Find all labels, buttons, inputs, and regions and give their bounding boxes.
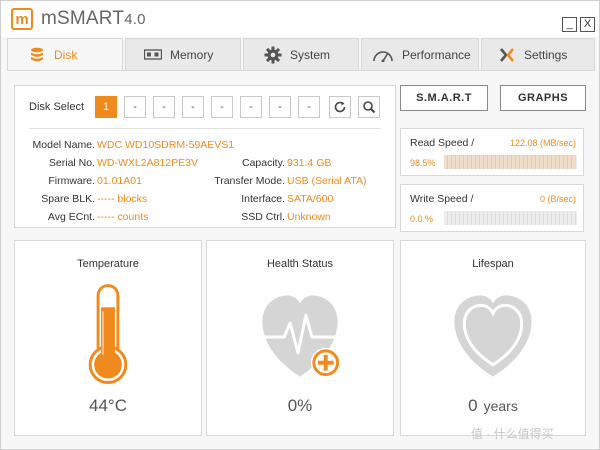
model-name-value: WDC WD10SDRM-59AEVS1 [97, 139, 235, 151]
graphs-button[interactable]: GRAPHS [500, 85, 586, 111]
disk-select-box-2[interactable]: - [124, 96, 146, 118]
tab-disk-label: Disk [54, 48, 78, 62]
firmware-label: Firmware. [48, 175, 95, 187]
tab-memory-label: Memory [170, 47, 214, 62]
health-status-title: Health Status [266, 258, 334, 270]
disk-select-box-7[interactable]: - [269, 96, 291, 118]
smart-button[interactable]: S.M.A.R.T [400, 85, 488, 111]
logo-letter: m [15, 10, 29, 28]
tab-memory[interactable]: Memory [125, 38, 241, 70]
disk-stack-icon [28, 46, 46, 64]
tab-settings-label: Settings [524, 47, 568, 62]
ssd-ctrl-label: SSD Ctrl. [241, 211, 285, 223]
app-version: 4.0 [124, 11, 146, 28]
health-status-value: 0% [287, 396, 313, 415]
memory-chip-icon [144, 46, 162, 64]
progress-fill [444, 155, 575, 169]
lifespan-card: Lifespan 0 years [400, 240, 586, 436]
disk-select-box-4[interactable]: - [182, 96, 204, 118]
watermark: 值 · 什么值得买 [471, 427, 554, 441]
disk-select-box-5[interactable]: - [211, 96, 233, 118]
serial-no-value: WD-WXL2A812PE3V [97, 157, 198, 169]
read-speed-label: Read Speed / [410, 137, 475, 149]
speedometer-icon [372, 46, 394, 64]
avg-ecnt-value: ----- counts [97, 211, 149, 223]
app-window: m mSMART4.0 _ X Disk Memory System Perfo… [0, 0, 600, 450]
interface-value: SATA/600 [287, 193, 334, 205]
tab-disk[interactable]: Disk [7, 38, 123, 71]
lifespan-unit: years [483, 398, 518, 414]
tab-settings[interactable]: Settings [481, 38, 595, 70]
spare-blk-value: ----- blocks [97, 193, 148, 205]
tab-system[interactable]: System [243, 38, 359, 70]
temperature-value: 44°C [89, 396, 127, 415]
transfer-mode-label: Transfer Mode. [214, 175, 285, 187]
search-button[interactable] [358, 96, 380, 118]
disk-select-box-8[interactable]: - [298, 96, 320, 118]
disk-select-box-3[interactable]: - [153, 96, 175, 118]
write-speed-label: Write Speed / [410, 193, 474, 205]
refresh-button[interactable] [329, 96, 351, 118]
transfer-mode-value: USB (Serial ATA) [287, 175, 367, 187]
spare-blk-label: Spare BLK. [41, 193, 95, 205]
disk-info-panel: Disk Select 1 - - - - - - - Model Name. … [14, 85, 396, 228]
temperature-card: Temperature 44°C [14, 240, 202, 436]
title-bar: m mSMART4.0 _ X [1, 1, 599, 37]
tab-system-label: System [290, 47, 331, 62]
write-speed-panel: Write Speed / 0 (B/sec) 0.0 % [400, 184, 584, 232]
divider [29, 128, 381, 129]
avg-ecnt-label: Avg ECnt. [47, 211, 95, 223]
heart-icon [454, 295, 532, 377]
close-button[interactable]: X [580, 17, 595, 32]
tab-performance-label: Performance [402, 47, 471, 62]
serial-no-label: Serial No. [48, 157, 95, 169]
app-logo: m [11, 8, 33, 30]
firmware-value: 01.01A01 [97, 175, 142, 187]
model-name-label: Model Name. [32, 139, 95, 151]
read-speed-percent: 98.5% [410, 158, 436, 168]
thermometer-icon [88, 284, 128, 384]
ssd-ctrl-value: Unknown [287, 211, 331, 223]
lifespan-value-row: 0 years [401, 396, 585, 416]
search-icon [363, 101, 376, 114]
minimize-button[interactable]: _ [562, 17, 577, 32]
disk-select-label: Disk Select [29, 101, 85, 113]
lifespan-title: Lifespan [472, 258, 514, 270]
health-status-card: Health Status 0% [206, 240, 394, 436]
disk-select-box-1[interactable]: 1 [95, 96, 117, 118]
heart-health-plus-icon [262, 295, 341, 378]
tab-performance[interactable]: Performance [361, 38, 479, 70]
gear-icon [264, 46, 282, 64]
interface-label: Interface. [241, 193, 285, 205]
write-speed-value: 0 (B/sec) [539, 194, 576, 204]
capacity-value: 931.4 GB [287, 157, 332, 169]
write-speed-bar [444, 211, 577, 225]
settings-x-icon [498, 46, 516, 64]
tab-bar: Disk Memory System Performance Settings [7, 38, 595, 71]
read-speed-bar [444, 155, 577, 169]
app-title: mSMART4.0 [41, 8, 146, 30]
disk-select-box-6[interactable]: - [240, 96, 262, 118]
read-speed-value: 122.08 (MB/sec) [509, 138, 576, 148]
temperature-title: Temperature [77, 258, 139, 270]
app-name: mSMART [41, 8, 125, 29]
write-speed-percent: 0.0 % [410, 214, 434, 224]
lifespan-value: 0 [468, 396, 478, 415]
disk-tab-content: Disk Select 1 - - - - - - - Model Name. … [7, 70, 595, 443]
capacity-label: Capacity. [242, 157, 285, 169]
read-speed-panel: Read Speed / 122.08 (MB/sec) 98.5% [400, 128, 584, 176]
refresh-icon [334, 101, 346, 113]
